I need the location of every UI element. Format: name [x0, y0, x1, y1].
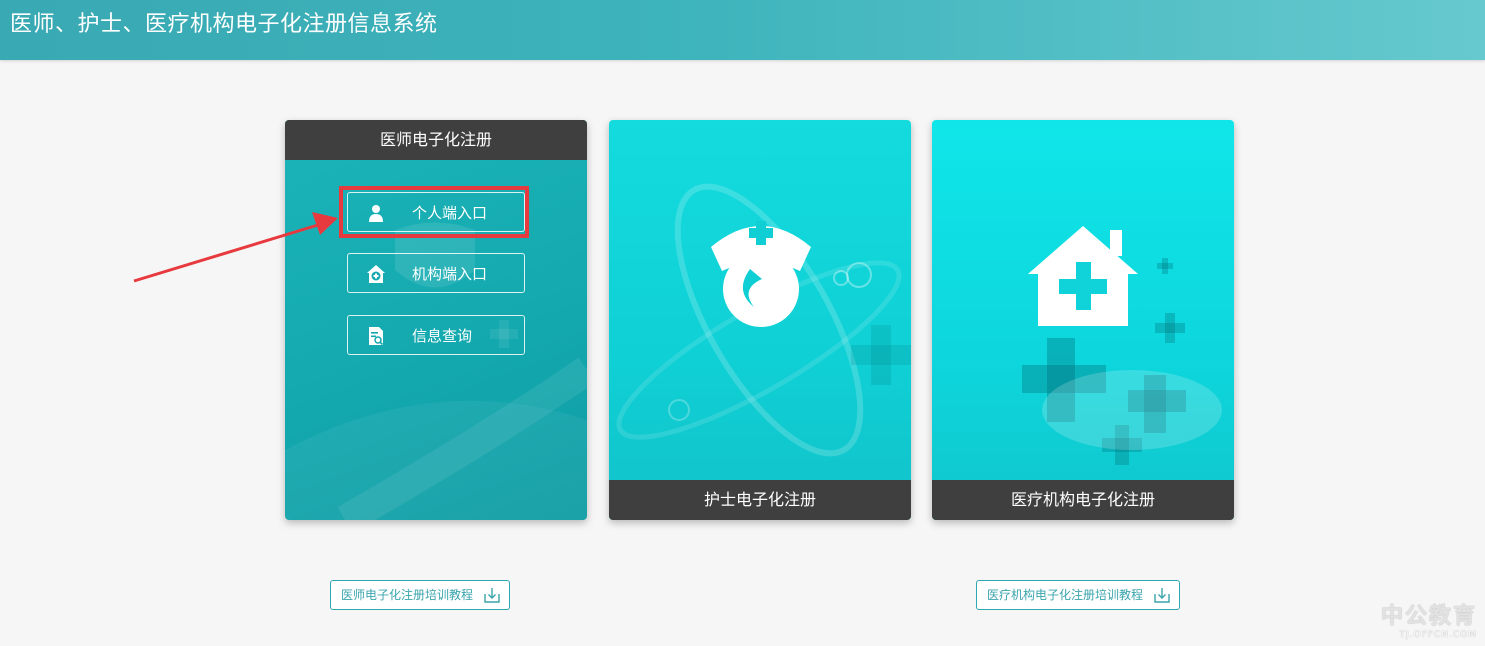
doctor-card-title: 医师电子化注册	[285, 120, 587, 160]
hospital-house-icon	[1028, 226, 1138, 326]
doctor-tutorial-label: 医师电子化注册培训教程	[341, 588, 474, 602]
doctor-tutorial-download-button[interactable]: 医师电子化注册培训教程	[330, 580, 510, 610]
institution-tutorial-download-button[interactable]: 医疗机构电子化注册培训教程	[976, 580, 1180, 610]
download-icon	[484, 588, 500, 603]
document-search-icon	[369, 327, 384, 346]
institution-tutorial-label: 医疗机构电子化注册培训教程	[987, 588, 1144, 602]
app-header: 医师、护士、医疗机构电子化注册信息系统	[0, 0, 1485, 60]
nurse-cap-icon	[711, 221, 811, 327]
nurse-card-title: 护士电子化注册	[609, 480, 911, 520]
institution-icon	[367, 265, 385, 283]
institution-registration-card[interactable]: 医疗机构电子化注册	[932, 120, 1234, 520]
doctor-registration-card: 医师电子化注册 个人端入口 机构端入口 信息查询	[285, 120, 587, 520]
user-icon	[369, 205, 383, 222]
offcn-watermark: 中公教育 TJ.OFFCN.COM	[1372, 598, 1477, 642]
personal-entry-button[interactable]: 个人端入口	[347, 192, 525, 232]
info-query-label: 信息查询	[412, 327, 473, 345]
info-query-button[interactable]: 信息查询	[347, 315, 525, 355]
personal-entry-label: 个人端入口	[412, 204, 488, 222]
watermark-logo: 中公教育	[1380, 604, 1477, 629]
institution-entry-button[interactable]: 机构端入口	[347, 253, 525, 293]
watermark-url: TJ.OFFCN.COM	[1399, 630, 1477, 640]
nurse-registration-card[interactable]: 护士电子化注册	[609, 120, 911, 520]
institution-entry-label: 机构端入口	[412, 265, 488, 283]
institution-card-title: 医疗机构电子化注册	[932, 480, 1234, 520]
download-icon	[1154, 588, 1170, 603]
page-title: 医师、护士、医疗机构电子化注册信息系统	[10, 12, 438, 37]
